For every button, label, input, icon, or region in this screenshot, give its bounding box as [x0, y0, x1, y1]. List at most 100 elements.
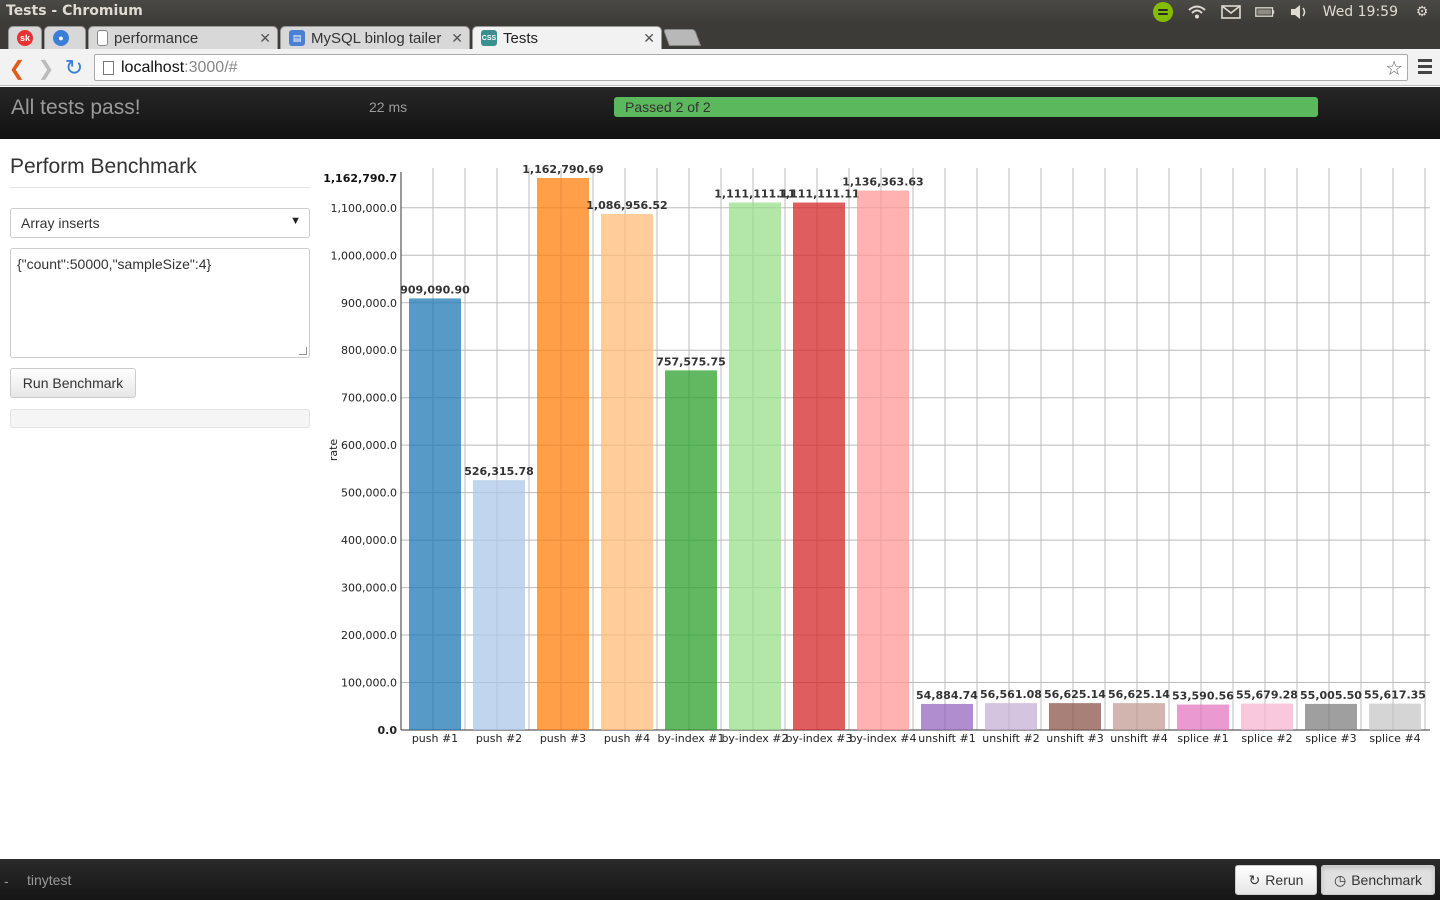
x-tick-label: by-index #1 [657, 732, 724, 745]
volume-icon[interactable] [1289, 4, 1309, 20]
css-icon: CSS [481, 30, 497, 46]
bar [921, 703, 973, 730]
reload-button[interactable]: ↻ [63, 55, 85, 80]
system-tray: Wed 19:59 ⚙ [1152, 2, 1432, 22]
close-icon[interactable]: ✕ [451, 30, 463, 47]
bar [601, 214, 653, 730]
y-tick-label: 100,000.0 [341, 677, 397, 690]
navigation-bar: ❮ ❯ ↻ localhost:3000/# ☆ [0, 49, 1440, 86]
test-results-header: All tests pass! 22 ms Passed 2 of 2 [0, 87, 1440, 139]
tab-label: MySQL binlog tailer [311, 29, 442, 47]
x-tick-label: splice #3 [1305, 732, 1356, 745]
y-tick-label: 600,000.0 [341, 439, 397, 452]
mail-icon[interactable] [1220, 4, 1241, 20]
bar [1241, 703, 1293, 730]
bar [1369, 703, 1421, 730]
bar [1113, 703, 1165, 730]
test-progress-bar: Passed 2 of 2 [614, 97, 1318, 117]
y-tick-label: 900,000.0 [341, 297, 397, 310]
y-tick-label: 800,000.0 [341, 344, 397, 357]
bar-value-label: 56,625.14 [1108, 688, 1170, 701]
bar-value-label: 757,575.75 [656, 355, 726, 368]
benchmark-select[interactable]: Array inserts ▼ [10, 208, 310, 238]
forward-button[interactable]: ❯ [35, 57, 57, 80]
page-icon [103, 61, 114, 75]
globe-icon: ● [53, 30, 69, 46]
tab-sk[interactable]: sk [8, 26, 42, 49]
x-tick-label: splice #2 [1241, 732, 1292, 745]
bar [1305, 703, 1357, 730]
bar-value-label: 53,590.56 [1172, 690, 1234, 703]
suite-name: tinytest [27, 872, 72, 888]
url-host: localhost [121, 58, 185, 76]
bar [409, 298, 461, 730]
y-tick-label: 1,100,000.0 [331, 202, 397, 215]
sk-icon: sk [17, 30, 33, 46]
resize-handle[interactable] [299, 347, 307, 355]
tab-mysql-binlog[interactable]: ▤ MySQL binlog tailer ✕ [280, 26, 470, 49]
document-icon [97, 30, 108, 46]
y-tick-label: 300,000.0 [341, 582, 397, 595]
y-tick-label: 700,000.0 [341, 392, 397, 405]
wifi-icon[interactable] [1187, 4, 1207, 20]
new-tab-button[interactable] [662, 29, 702, 46]
bookmark-star-icon[interactable]: ☆ [1385, 56, 1403, 81]
x-tick-label: splice #1 [1177, 732, 1228, 745]
run-benchmark-button[interactable]: Run Benchmark [10, 368, 136, 398]
x-tick-label: by-index #3 [785, 732, 852, 745]
bar-value-label: 55,617.35 [1364, 689, 1426, 702]
bar-value-label: 54,884.74 [916, 689, 978, 702]
options-text: {"count":50000,"sampleSize":4} [17, 256, 212, 272]
benchmark-button[interactable]: ◷ Benchmark [1321, 865, 1435, 895]
clock[interactable]: Wed 19:59 [1323, 4, 1398, 20]
tab-globe[interactable]: ● [44, 26, 86, 49]
rerun-label: Rerun [1265, 872, 1304, 888]
tab-label: Tests [503, 29, 539, 47]
y-tick-label: 400,000.0 [341, 534, 397, 547]
url-path: :3000/# [184, 58, 238, 76]
benchmark-options-textarea[interactable]: {"count":50000,"sampleSize":4} [10, 248, 310, 358]
bar [729, 202, 781, 731]
x-tick-label: push #2 [476, 732, 522, 745]
bar-value-label: 1,111,111.11 [778, 188, 859, 201]
battery-icon[interactable] [1254, 4, 1275, 20]
settings-gear-icon[interactable]: ⚙ [1412, 4, 1432, 20]
clock-icon: ◷ [1333, 871, 1347, 888]
test-status: All tests pass! [11, 96, 141, 119]
divider [10, 187, 310, 188]
tab-strip: sk ● performance ✕ ▤ MySQL binlog tailer… [0, 24, 1440, 49]
bar-value-label: 55,679.28 [1236, 689, 1298, 702]
x-tick-label: unshift #2 [982, 732, 1039, 745]
bar [473, 480, 525, 730]
y-axis-label: rate [327, 439, 340, 462]
tab-tests[interactable]: CSS Tests ✕ [472, 26, 662, 49]
bar-value-label: 56,625.14 [1044, 688, 1106, 701]
x-tick-label: push #1 [412, 732, 458, 745]
back-button[interactable]: ❮ [6, 57, 28, 80]
benchmark-label: Benchmark [1351, 872, 1423, 888]
doc-blue-icon: ▤ [289, 30, 305, 46]
refresh-icon: ↻ [1248, 871, 1261, 888]
y-tick-label: 200,000.0 [341, 629, 397, 642]
x-tick-label: push #3 [540, 732, 586, 745]
x-tick-label: by-index #2 [721, 732, 788, 745]
x-tick-label: by-index #4 [849, 732, 916, 745]
bar-value-label: 1,162,790.69 [522, 163, 603, 176]
close-icon[interactable]: ✕ [259, 30, 271, 47]
address-bar[interactable]: localhost:3000/# ☆ [94, 54, 1408, 81]
footer-dash: - [4, 873, 9, 889]
close-icon[interactable]: ✕ [643, 30, 655, 47]
menu-icon[interactable] [1418, 59, 1432, 77]
x-tick-label: unshift #3 [1046, 732, 1103, 745]
bar [1049, 703, 1101, 730]
bar-value-label: 1,086,956.52 [586, 199, 667, 212]
rerun-button[interactable]: ↻ Rerun [1235, 865, 1317, 895]
spotify-icon[interactable] [1152, 2, 1173, 22]
tab-performance[interactable]: performance ✕ [88, 26, 278, 49]
bar-value-label: 1,136,363.63 [842, 176, 923, 189]
benchmark-bar-chart: 0.0 100,000.0 200,000.0 300,000.0 400,000.0 5… [323, 163, 1430, 745]
panel-title: Perform Benchmark [10, 155, 197, 178]
bar [537, 178, 589, 730]
x-tick-label: unshift #4 [1110, 732, 1167, 745]
chevron-down-icon: ▼ [290, 215, 301, 227]
